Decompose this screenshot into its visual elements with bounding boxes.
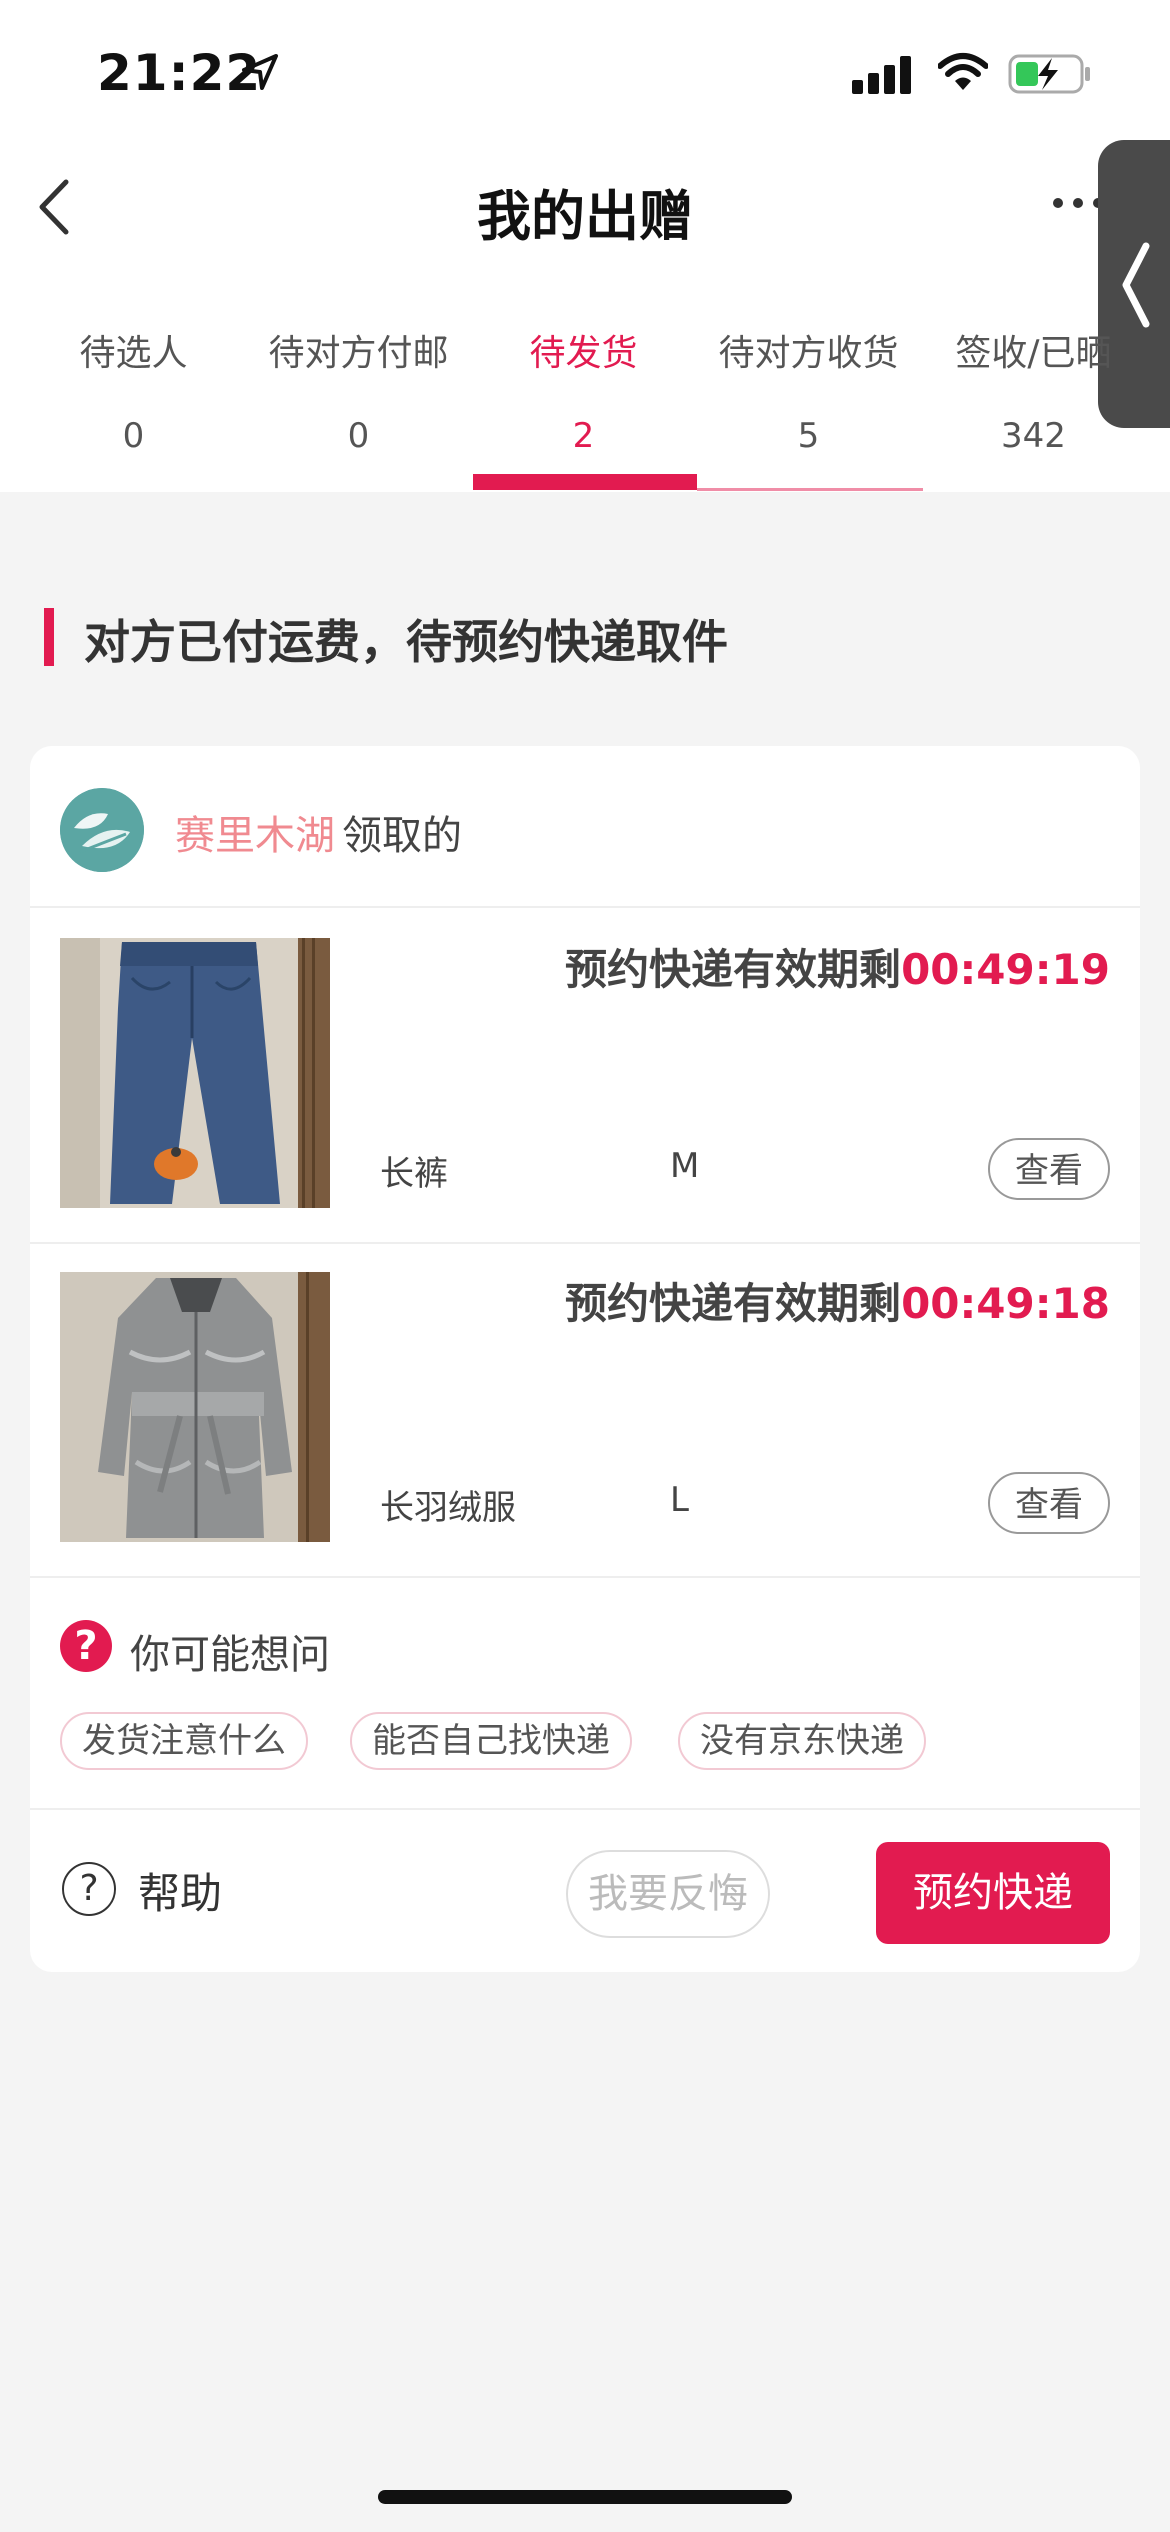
tab-pending-shipment[interactable]: 待发货 2 [471,318,696,492]
tab-pending-receipt[interactable]: 待对方收货 5 [696,318,921,492]
tab-count: 5 [797,416,820,456]
view-button[interactable]: 查看 [988,1472,1110,1534]
status-tabs: 待选人 0 待对方付邮 0 待发货 2 待对方收货 5 签收/已晒 342 [0,318,1170,492]
wifi-icon [937,52,989,96]
avatar[interactable] [60,788,144,872]
deadline-label: 预约快递有效期剩 [565,945,902,994]
page-title: 我的出赠 [477,185,693,248]
tab-label: 待对方付邮 [268,333,449,374]
regret-button[interactable]: 我要反悔 [566,1850,770,1938]
status-bar: 21:22 [0,0,1170,140]
recipient-name[interactable]: 赛里木湖 [175,803,335,861]
location-arrow-icon [240,52,280,96]
list-item[interactable]: 预约快递有效期剩00:49:19 长裤 M 查看 [30,908,1140,1244]
faq-title: 你可能想问 [130,1632,330,1678]
tab-label: 签收/已晒 [955,333,1112,374]
question-icon: ? [60,1620,112,1672]
item-thumbnail[interactable] [60,938,330,1208]
item-name: 长羽绒服 [380,1488,516,1528]
list-item[interactable]: 预约快递有效期剩00:49:18 长羽绒服 L 查看 [30,1242,1140,1578]
recipient-row: 赛里木湖 领取的 [30,746,1140,908]
tab-count: 0 [122,416,145,456]
recipient-suffix: 领取的 [342,813,462,859]
leaf-logo-icon [60,788,144,872]
book-courier-button[interactable]: 预约快递 [876,1842,1110,1944]
tab-label: 待发货 [529,333,638,374]
tab-label: 待对方收货 [718,333,899,374]
tab-count: 342 [1001,416,1066,456]
item-size: L [670,1480,689,1520]
pickup-deadline: 预约快递有效期剩00:49:18 [565,1270,1110,1331]
pickup-deadline: 预约快递有效期剩00:49:19 [565,936,1110,997]
cellular-signal-icon [852,56,914,98]
jeans-image [60,938,330,1208]
item-name: 长裤 [380,1154,448,1194]
active-tab-indicator [473,474,697,490]
chevron-left-icon [1122,242,1150,328]
status-time: 21:22 [97,44,262,102]
item-size: M [670,1146,700,1186]
help-label[interactable]: 帮助 [138,1860,222,1921]
tab-pending-postage[interactable]: 待对方付邮 0 [246,318,471,492]
tab-pending-select[interactable]: 待选人 0 [21,318,246,492]
tab-underline [697,488,923,491]
faq-chip[interactable]: 能否自己找快递 [350,1712,632,1770]
tab-count: 0 [347,416,370,456]
faq-chip[interactable]: 没有京东快递 [678,1712,926,1770]
countdown-timer: 00:49:19 [901,945,1110,994]
section-title: 对方已付运费，待预约快递取件 [84,615,728,669]
view-button[interactable]: 查看 [988,1138,1110,1200]
home-indicator[interactable] [378,2490,792,2504]
faq-chip[interactable]: 发货注意什么 [60,1712,308,1770]
item-thumbnail[interactable] [60,1272,330,1542]
action-footer: ? 帮助 我要反悔 预约快递 [30,1810,1140,1972]
help-icon[interactable]: ? [62,1862,116,1916]
tab-label: 待选人 [79,333,188,374]
countdown-timer: 00:49:18 [901,1279,1110,1328]
down-coat-image [60,1272,330,1542]
section-accent-bar [44,608,54,666]
faq-section: ? 你可能想问 发货注意什么 能否自己找快递 没有京东快递 [30,1576,1140,1810]
deadline-label: 预约快递有效期剩 [565,1279,902,1328]
battery-charging-icon [1008,54,1092,98]
tab-received[interactable]: 签收/已晒 342 [921,318,1146,492]
order-card: 赛里木湖 领取的 预约快递有效期剩00:49:19 长裤 M 查看 预约快递有效… [30,746,1140,1972]
tab-count: 2 [572,416,595,456]
nav-bar: 我的出赠 [0,150,1170,260]
